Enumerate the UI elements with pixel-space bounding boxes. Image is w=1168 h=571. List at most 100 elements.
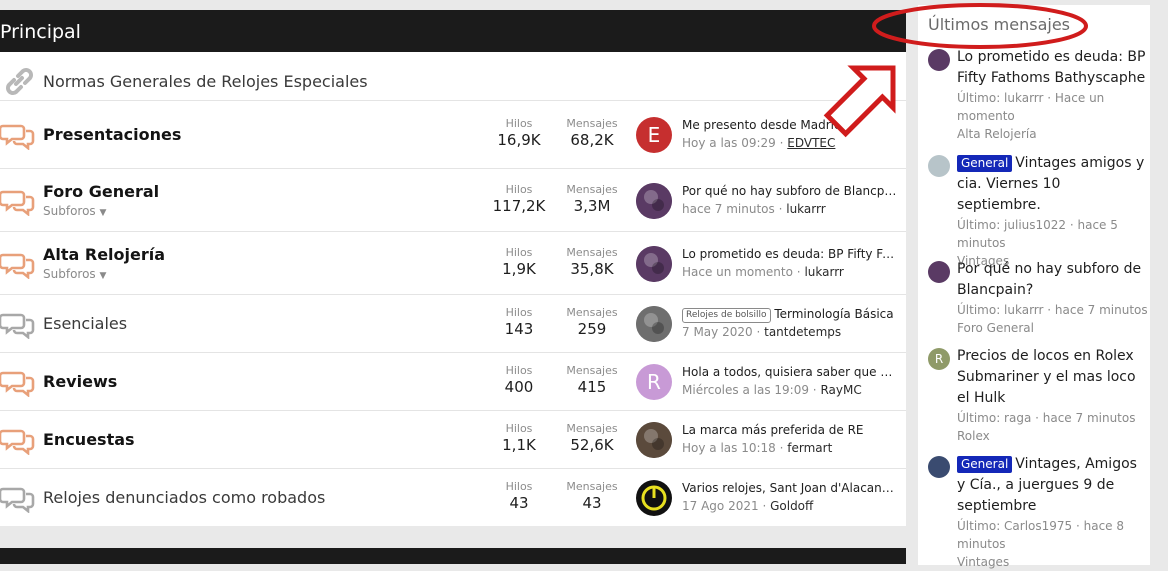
last-post-time[interactable]: 17 Ago 2021 — [682, 499, 759, 513]
forum-row[interactable]: Reviews Hilos 400 Mensajes 415 R Hola a todos,… — [0, 352, 906, 411]
forum-row[interactable]: Esenciales Hilos 143 Mensajes 259 Relojes de … — [0, 294, 906, 353]
last-post-meta: Miércoles a las 19:09 · RayMC — [682, 383, 862, 397]
last-thread-link[interactable]: Varios relojes, Sant Joan d'Alacant, 202… — [682, 481, 897, 495]
last-post-user[interactable]: lukarrr — [804, 265, 843, 279]
last-thread-link[interactable]: Me presento desde Madrid — [682, 118, 897, 132]
last-post-time[interactable]: Miércoles a las 19:09 — [682, 383, 809, 397]
forum-row[interactable]: Encuestas Hilos 1,1K Mensajes 52,6K La marca … — [0, 410, 906, 469]
avatar-image — [636, 422, 672, 458]
last-poster-avatar[interactable] — [636, 306, 672, 342]
forum-chat-icon — [0, 367, 36, 401]
latest-post-forum[interactable]: Rolex — [957, 427, 1148, 445]
threads-count: 117,2K — [492, 196, 546, 215]
last-thread-link[interactable]: Por qué no hay subforo de Blancpain? — [682, 184, 897, 198]
latest-post-title[interactable]: Precios de locos en Rolex Submariner y e… — [957, 346, 1148, 409]
latest-post-item[interactable]: Por qué no hay subforo de Blancpain? Últi… — [928, 259, 1148, 337]
poster-avatar[interactable] — [928, 456, 950, 478]
threads-label: Hilos — [505, 245, 533, 259]
forum-row[interactable]: Presentaciones Hilos 16,9K Mensajes 68,2K E Me… — [0, 100, 906, 169]
poster-avatar[interactable] — [928, 261, 950, 283]
forum-list: Principal Normas Generales de Relojes Es… — [0, 10, 906, 526]
last-post-user[interactable]: RayMC — [820, 383, 861, 397]
forum-row[interactable]: Foro General Subforos ▼ Hilos 117,2K Mensaje… — [0, 168, 906, 232]
last-post-user[interactable]: Goldoff — [770, 499, 813, 513]
last-poster-avatar[interactable] — [636, 422, 672, 458]
last-thread-link[interactable]: Hola a todos, quisiera saber que opinan — [682, 365, 897, 379]
poster-avatar[interactable] — [928, 155, 950, 177]
latest-post-meta: Último: julius1022 · hace 5 minutos — [957, 218, 1118, 250]
latest-post-title[interactable]: Lo prometido es deuda: BP Fifty Fathoms … — [957, 47, 1148, 89]
forum-title[interactable]: Esenciales — [43, 314, 127, 333]
latest-post-item[interactable]: Lo prometido es deuda: BP Fifty Fathoms … — [928, 47, 1148, 143]
latest-post-meta: Último: lukarrr · hace 7 minutos — [957, 303, 1148, 317]
caret-down-icon: ▼ — [99, 208, 107, 218]
messages-stat: Mensajes 43 — [557, 480, 627, 512]
threads-count: 43 — [509, 494, 529, 512]
messages-stat: Mensajes 35,8K — [557, 246, 627, 278]
latest-post-forum[interactable]: Vintages — [957, 553, 1148, 571]
last-post-meta: 7 May 2020 · tantdetemps — [682, 325, 841, 339]
forum-row[interactable]: Alta Relojería Subforos ▼ Hilos 1,9K Mensaje… — [0, 231, 906, 295]
latest-post-title[interactable]: General Vintages amigos y cia. Viernes 10… — [957, 153, 1148, 216]
last-post-time[interactable]: hace 7 minutos — [682, 202, 775, 216]
latest-post-forum[interactable]: Foro General — [957, 319, 1148, 337]
category-header[interactable]: Principal — [0, 10, 906, 52]
thread-tag[interactable]: General — [957, 456, 1013, 473]
last-post-time[interactable]: 7 May 2020 — [682, 325, 753, 339]
last-thread-title: Lo prometido es deuda: BP Fifty Fathoms … — [682, 246, 897, 261]
latest-post-item[interactable]: General Vintages amigos y cia. Viernes 10… — [928, 153, 1148, 270]
latest-post-meta: Último: Carlos1975 · hace 8 minutos — [957, 519, 1125, 551]
latest-post-item[interactable]: General Vintages, Amigos y Cía., a juergu… — [928, 454, 1148, 571]
last-poster-avatar[interactable]: R — [636, 364, 672, 400]
thread-prefix[interactable]: Relojes de bolsillo — [682, 308, 771, 323]
threads-stat: Hilos 43 — [484, 480, 554, 512]
forum-title[interactable]: Alta Relojería — [43, 245, 165, 264]
latest-post-title[interactable]: General Vintages, Amigos y Cía., a juergu… — [957, 454, 1148, 517]
link-icon — [2, 64, 38, 98]
forum-title[interactable]: Reviews — [43, 372, 117, 391]
latest-post-item[interactable]: R Precios de locos en Rolex Submariner y … — [928, 346, 1148, 445]
last-post-user[interactable]: fermart — [787, 441, 832, 455]
forum-row[interactable]: Relojes denunciados como robados Hilos 43 M… — [0, 468, 906, 527]
last-post-time[interactable]: Hoy a las 09:29 — [682, 136, 776, 150]
next-category-header[interactable] — [0, 548, 906, 564]
threads-label: Hilos — [505, 306, 533, 319]
avatar-letter: R — [934, 352, 944, 366]
separator: · — [778, 201, 783, 216]
latest-post-title[interactable]: Por qué no hay subforo de Blancpain? — [957, 259, 1148, 301]
separator: · — [779, 136, 784, 150]
subforums-toggle[interactable]: Subforos ▼ — [43, 204, 106, 218]
last-thread-link[interactable]: La marca más preferida de RE — [682, 423, 897, 437]
rules-link-text[interactable]: Normas Generales de Relojes Especiales — [43, 72, 368, 91]
last-poster-avatar[interactable] — [636, 480, 672, 516]
last-post-meta: 17 Ago 2021 · Goldoff — [682, 499, 813, 513]
last-thread-title: La marca más preferida de RE — [682, 423, 864, 437]
last-poster-avatar[interactable]: E — [636, 117, 672, 153]
latest-post-forum[interactable]: Alta Relojería — [957, 125, 1148, 143]
forum-title[interactable]: Presentaciones — [43, 125, 181, 144]
threads-label: Hilos — [505, 364, 533, 377]
last-post-user[interactable]: EDVTEC — [787, 136, 835, 150]
messages-count: 35,8K — [570, 259, 614, 278]
threads-label: Hilos — [505, 117, 533, 130]
last-thread-link[interactable]: Lo prometido es deuda: BP Fifty Fathoms … — [682, 247, 897, 261]
forum-title[interactable]: Relojes denunciados como robados — [43, 488, 325, 507]
threads-count: 1,1K — [502, 436, 536, 454]
last-post-time[interactable]: Hace un momento — [682, 265, 793, 279]
subforums-label: Subforos — [43, 267, 96, 281]
last-post-time[interactable]: Hoy a las 10:18 — [682, 441, 776, 455]
last-poster-avatar[interactable] — [636, 245, 672, 282]
last-thread-link[interactable]: Relojes de bolsillo Terminología Básica — [682, 307, 897, 323]
poster-avatar[interactable] — [928, 49, 950, 71]
messages-label: Mensajes — [566, 117, 618, 130]
poster-avatar[interactable]: R — [928, 348, 950, 370]
forum-title[interactable]: Foro General — [43, 182, 159, 201]
thread-tag[interactable]: General — [957, 155, 1013, 172]
subforums-toggle[interactable]: Subforos ▼ — [43, 267, 106, 281]
forum-title[interactable]: Encuestas — [43, 430, 135, 449]
last-post-user[interactable]: lukarrr — [786, 202, 825, 216]
last-post-user[interactable]: tantdetemps — [764, 325, 841, 339]
last-poster-avatar[interactable] — [636, 182, 672, 219]
messages-count: 52,6K — [570, 436, 614, 454]
separator: · — [812, 383, 817, 397]
